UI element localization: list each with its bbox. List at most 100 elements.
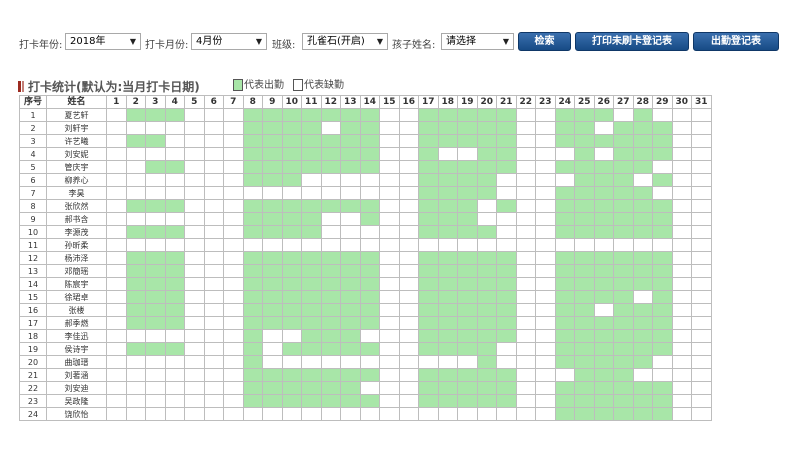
attendance-cell-absent — [223, 160, 244, 174]
attendance-cell-present — [242, 147, 263, 161]
attendance-cell-absent — [106, 225, 127, 239]
attendance-cell-present — [418, 303, 439, 317]
attendance-cell-absent — [613, 108, 634, 122]
attendance-cell-absent — [496, 186, 517, 200]
attendance-cell-present — [437, 173, 458, 187]
attendance-cell-present — [340, 134, 361, 148]
attendance-cell-absent — [203, 407, 224, 421]
attendance-cell-absent — [379, 394, 400, 408]
attendance-cell-present — [359, 212, 380, 226]
row-index: 1 — [19, 108, 47, 122]
section-title-text: 打卡统计(默认为:当月打卡日期) — [28, 80, 200, 94]
attendance-cell-present — [242, 329, 263, 343]
attendance-cell-absent — [320, 238, 341, 252]
row-index: 5 — [19, 160, 47, 174]
header-day: 29 — [652, 95, 673, 109]
attendance-cell-present — [320, 264, 341, 278]
header-day: 27 — [613, 95, 634, 109]
attendance-cell-present — [340, 316, 361, 330]
attendance-cell-absent — [574, 238, 595, 252]
attendance-cell-present — [476, 147, 497, 161]
attendance-cell-absent — [671, 147, 692, 161]
header-day: 6 — [203, 95, 224, 109]
attendance-cell-absent — [476, 238, 497, 252]
attendance-cell-absent — [535, 199, 556, 213]
attendance-cell-present — [320, 277, 341, 291]
attendance-cell-present — [262, 368, 283, 382]
attendance-cell-present — [554, 381, 575, 395]
row-index: 16 — [19, 303, 47, 317]
attendance-cell-present — [632, 342, 653, 356]
attendance-cell-absent — [691, 329, 712, 343]
attendance-cell-present — [418, 277, 439, 291]
attendance-cell-absent — [398, 264, 419, 278]
attendance-cell-absent — [145, 173, 166, 187]
attendance-cell-absent — [145, 355, 166, 369]
attendance-cell-present — [437, 160, 458, 174]
row-index: 18 — [19, 329, 47, 343]
table-row: 2 刘轩宇 — [19, 121, 712, 135]
attendance-cell-absent — [145, 394, 166, 408]
attendance-cell-present — [652, 290, 673, 304]
attendance-cell-present — [242, 160, 263, 174]
month-select[interactable]: 4月份 ▼ — [191, 33, 267, 50]
attendance-cell-present — [301, 394, 322, 408]
print-unchecked-button[interactable]: 打印未刷卡登记表 — [575, 32, 689, 51]
row-student-name: 邓簡瑶 — [46, 264, 107, 278]
attendance-cell-absent — [301, 355, 322, 369]
attendance-cell-absent — [106, 368, 127, 382]
attendance-cell-absent — [691, 381, 712, 395]
attendance-cell-absent — [691, 394, 712, 408]
attendance-cell-absent — [535, 277, 556, 291]
attendance-cell-present — [359, 316, 380, 330]
attendance-cell-present — [457, 186, 478, 200]
attendance-cell-present — [418, 121, 439, 135]
attendance-cell-present — [554, 407, 575, 421]
table-row: 16 张楼 — [19, 303, 712, 317]
attendance-cell-absent — [535, 381, 556, 395]
attendance-cell-absent — [125, 186, 146, 200]
attendance-cell-present — [476, 316, 497, 330]
attendance-cell-present — [476, 368, 497, 382]
filter-bar: 打卡年份: 2018年 ▼ 打卡月份: 4月份 ▼ 班级: 孔雀石(开启) ▼ … — [0, 31, 800, 53]
attendance-cell-present — [262, 264, 283, 278]
attendance-cell-present — [262, 277, 283, 291]
year-select[interactable]: 2018年 ▼ — [65, 33, 141, 50]
attendance-cell-absent — [398, 186, 419, 200]
attendance-cell-absent — [164, 238, 185, 252]
attendance-cell-absent — [340, 212, 361, 226]
search-button[interactable]: 检索 — [518, 32, 571, 51]
attendance-cell-absent — [164, 134, 185, 148]
attendance-cell-absent — [164, 212, 185, 226]
header-day: 1 — [106, 95, 127, 109]
attendance-cell-present — [613, 290, 634, 304]
attendance-cell-absent — [691, 407, 712, 421]
class-select[interactable]: 孔雀石(开启) ▼ — [302, 33, 388, 50]
attendance-cell-present — [125, 316, 146, 330]
attendance-cell-absent — [535, 212, 556, 226]
attendance-cell-absent — [359, 225, 380, 239]
attendance-cell-present — [476, 355, 497, 369]
attendance-cell-absent — [691, 277, 712, 291]
attendance-cell-absent — [106, 381, 127, 395]
section-marker-icon — [22, 81, 24, 92]
attendance-cell-absent — [203, 121, 224, 135]
attendance-cell-absent — [145, 329, 166, 343]
attendance-cell-present — [281, 394, 302, 408]
attendance-cell-present — [242, 381, 263, 395]
header-day: 13 — [340, 95, 361, 109]
attendance-cell-absent — [184, 303, 205, 317]
attendance-cell-present — [262, 134, 283, 148]
row-index: 24 — [19, 407, 47, 421]
attendance-cell-present — [632, 160, 653, 174]
section-marker-icon — [18, 81, 21, 92]
child-select[interactable]: 请选择 ▼ — [441, 33, 514, 50]
attendance-cell-present — [301, 342, 322, 356]
attendance-sheet-button[interactable]: 出勤登记表 — [693, 32, 779, 51]
attendance-cell-present — [145, 251, 166, 265]
attendance-cell-present — [476, 329, 497, 343]
table-row: 15 徐珺卓 — [19, 290, 712, 304]
attendance-cell-absent — [457, 355, 478, 369]
header-day: 3 — [145, 95, 166, 109]
attendance-cell-present — [242, 134, 263, 148]
